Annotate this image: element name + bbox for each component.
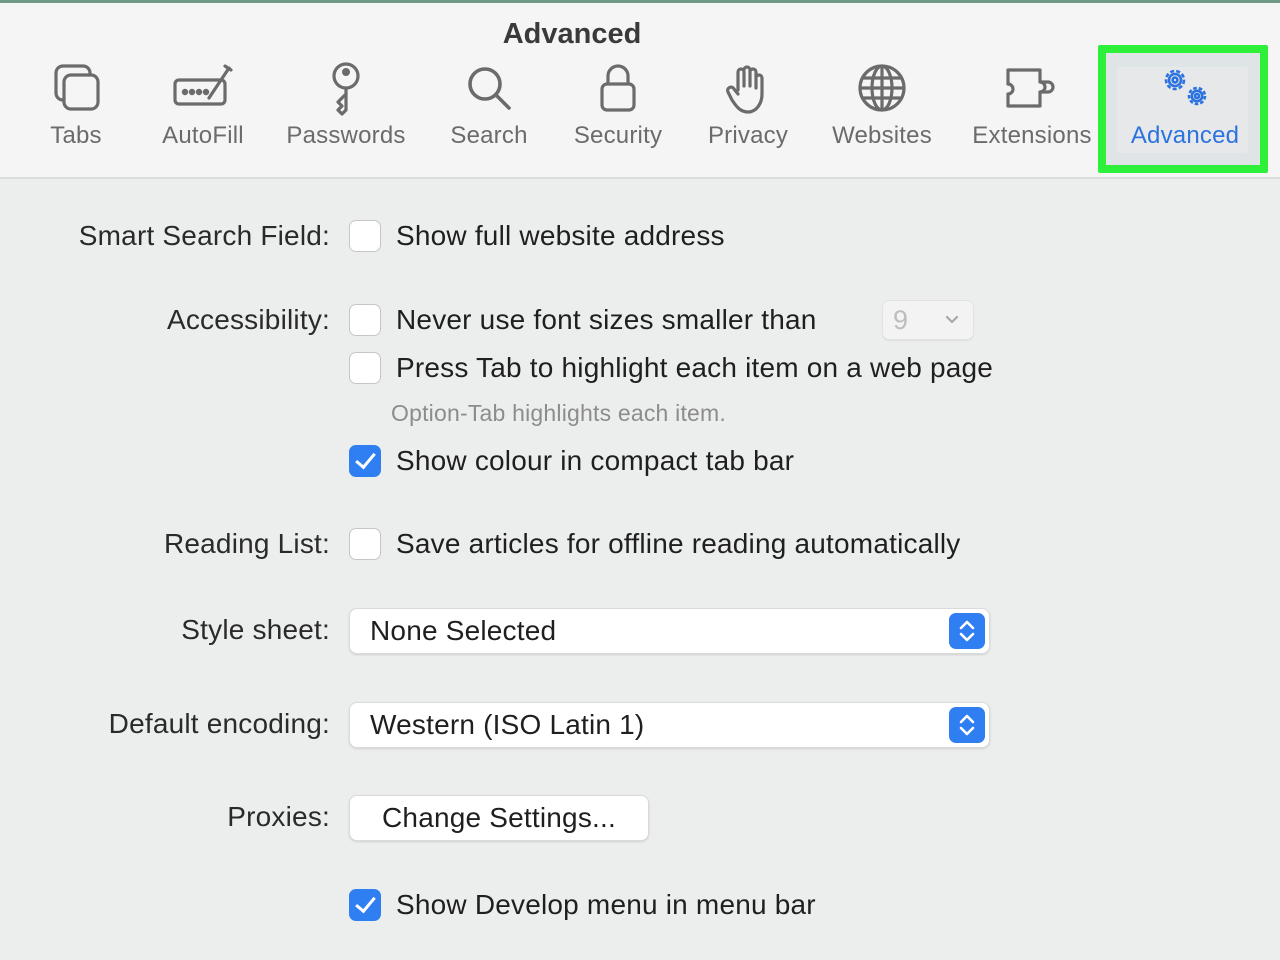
style-sheet-label: Style sheet: — [181, 614, 330, 645]
hand-icon — [716, 60, 780, 116]
min-font-size-select[interactable]: 9 — [882, 300, 974, 340]
tab-privacy[interactable]: Privacy — [702, 60, 794, 160]
press-tab-hint: Option-Tab highlights each item. — [391, 400, 726, 426]
accessibility-label: Accessibility: — [166, 304, 330, 335]
puzzle-icon — [1000, 60, 1064, 116]
colour-tab-text: Show colour in compact tab bar — [396, 445, 795, 476]
window-title: Advanced — [502, 18, 642, 50]
tab-label: Security — [573, 122, 663, 149]
style-sheet-popup[interactable]: None Selected — [349, 608, 990, 654]
up-down-chevron-icon — [949, 613, 985, 649]
tab-label: Passwords — [286, 122, 406, 149]
smart-search-label: Smart Search Field: — [78, 220, 330, 251]
tab-search[interactable]: Search — [446, 60, 532, 160]
change-settings-button[interactable]: Change Settings... — [349, 795, 649, 841]
tab-label: Tabs — [50, 122, 102, 149]
tab-label: Websites — [832, 122, 932, 149]
tab-security[interactable]: Security — [567, 60, 669, 160]
encoding-label: Default encoding: — [108, 708, 330, 739]
develop-menu-text: Show Develop menu in menu bar — [396, 889, 816, 920]
press-tab-checkbox[interactable] — [349, 352, 381, 384]
offline-reading-checkbox[interactable] — [349, 528, 381, 560]
encoding-popup[interactable]: Western (ISO Latin 1) — [349, 702, 990, 748]
gears-icon — [1153, 60, 1217, 116]
tab-tabs[interactable]: Tabs — [36, 60, 116, 160]
tab-label: Advanced — [1130, 122, 1240, 149]
tab-autofill[interactable]: AutoFill — [153, 60, 253, 160]
globe-icon — [850, 60, 914, 116]
tab-label: AutoFill — [162, 122, 244, 149]
tab-label: Extensions — [972, 122, 1092, 149]
key-icon — [314, 60, 378, 116]
tab-label: Search — [450, 122, 528, 149]
encoding-value: Western (ISO Latin 1) — [370, 709, 645, 740]
show-full-address-text: Show full website address — [396, 220, 725, 251]
tab-passwords[interactable]: Passwords — [281, 60, 411, 160]
safari-settings-window: Advanced Tabs AutoFill Passwords Search … — [0, 0, 1280, 960]
tab-label: Privacy — [707, 122, 789, 149]
lock-icon — [586, 60, 650, 116]
offline-reading-text: Save articles for offline reading automa… — [396, 528, 961, 559]
style-sheet-value: None Selected — [370, 615, 557, 646]
tabs-icon — [44, 60, 108, 116]
reading-list-label: Reading List: — [163, 528, 330, 559]
min-font-size-value: 9 — [893, 305, 909, 335]
show-full-address-checkbox[interactable] — [349, 220, 381, 252]
tab-extensions[interactable]: Extensions — [966, 60, 1098, 160]
develop-menu-checkbox[interactable] — [349, 889, 381, 921]
min-font-size-text: Never use font sizes smaller than — [396, 304, 817, 335]
min-font-size-checkbox[interactable] — [349, 304, 381, 336]
tab-websites[interactable]: Websites — [826, 60, 938, 160]
autofill-icon — [171, 60, 235, 116]
press-tab-text: Press Tab to highlight each item on a we… — [396, 352, 994, 383]
up-down-chevron-icon — [949, 707, 985, 743]
search-icon — [457, 60, 521, 116]
colour-tab-checkbox[interactable] — [349, 445, 381, 477]
chevron-down-icon — [945, 315, 959, 324]
proxies-label: Proxies: — [227, 801, 330, 832]
tab-advanced[interactable]: Advanced — [1124, 60, 1246, 160]
